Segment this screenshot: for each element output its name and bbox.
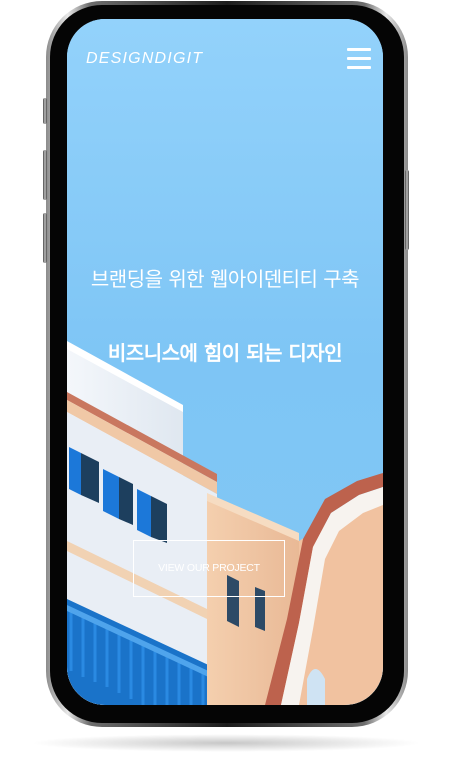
window-2 — [119, 477, 133, 525]
site-header: DESIGNDIGIT — [67, 19, 383, 99]
menu-bar-middle — [347, 57, 371, 60]
menu-bar-bottom — [347, 66, 371, 69]
hero-subtitle: 브랜딩을 위한 웹아이덴티티 구축 — [90, 267, 360, 291]
phone-volume-up-button — [43, 150, 47, 200]
window-3 — [151, 496, 167, 543]
phone-screen: DESIGNDIGIT 브랜딩을 위한 웹아이덴티티 구축 비즈니스에 힘이 되… — [67, 19, 383, 705]
view-our-project-button[interactable]: VIEW OUR PROJECT — [133, 540, 285, 597]
site-logo[interactable]: DESIGNDIGIT — [86, 50, 203, 68]
phone-volume-down-button — [43, 213, 47, 263]
menu-bar-top — [347, 48, 371, 51]
shutter-2 — [103, 469, 119, 519]
phone-shadow — [30, 734, 422, 752]
phone-power-button — [405, 170, 409, 250]
shutter-1 — [69, 447, 81, 495]
phone-silent-switch — [43, 98, 47, 124]
shutter-3 — [137, 489, 151, 537]
hamburger-menu-icon[interactable] — [347, 48, 371, 70]
hero-title: 비즈니스에 힘이 되는 디자인 — [107, 341, 343, 365]
right-arch-window — [307, 669, 325, 705]
